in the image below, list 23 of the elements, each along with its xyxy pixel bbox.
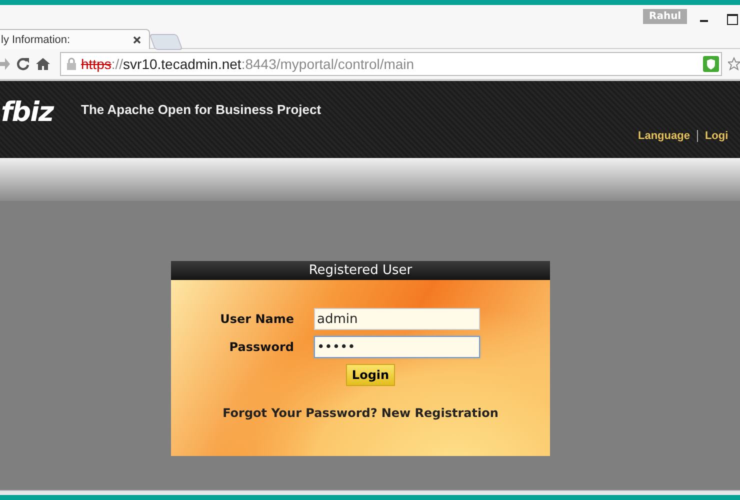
address-bar[interactable]: https://svr10.tecadmin.net:8443/myportal/control/main <box>60 52 722 76</box>
browser-tab[interactable]: ly Information: <box>0 29 150 49</box>
star-icon[interactable] <box>728 56 740 72</box>
nav-link[interactable]: Logi <box>704 130 736 142</box>
home-icon[interactable] <box>36 57 50 71</box>
login-button[interactable]: Login <box>346 364 396 386</box>
logo: fbiz <box>1 97 54 128</box>
maximize-button[interactable] <box>727 14 738 25</box>
insecure-lock-icon <box>65 57 79 71</box>
link[interactable]: Forgot Your Password? <box>222 406 378 420</box>
nav-link[interactable]: Language <box>638 130 698 142</box>
tagline: The Apache Open for Business Project <box>81 102 322 117</box>
close-icon[interactable] <box>133 36 141 44</box>
panel-title: Registered User <box>171 261 550 280</box>
input-field[interactable]: ••••• <box>314 336 480 358</box>
shield-icon[interactable] <box>703 56 719 72</box>
input-field[interactable]: admin <box>314 308 480 330</box>
forward-icon[interactable] <box>0 57 10 71</box>
reload-icon[interactable] <box>16 57 30 71</box>
field-label: Password <box>228 340 294 354</box>
new-tab-button[interactable] <box>149 34 183 50</box>
field-label: User Name <box>219 312 294 326</box>
link[interactable]: New Registration <box>381 406 498 420</box>
